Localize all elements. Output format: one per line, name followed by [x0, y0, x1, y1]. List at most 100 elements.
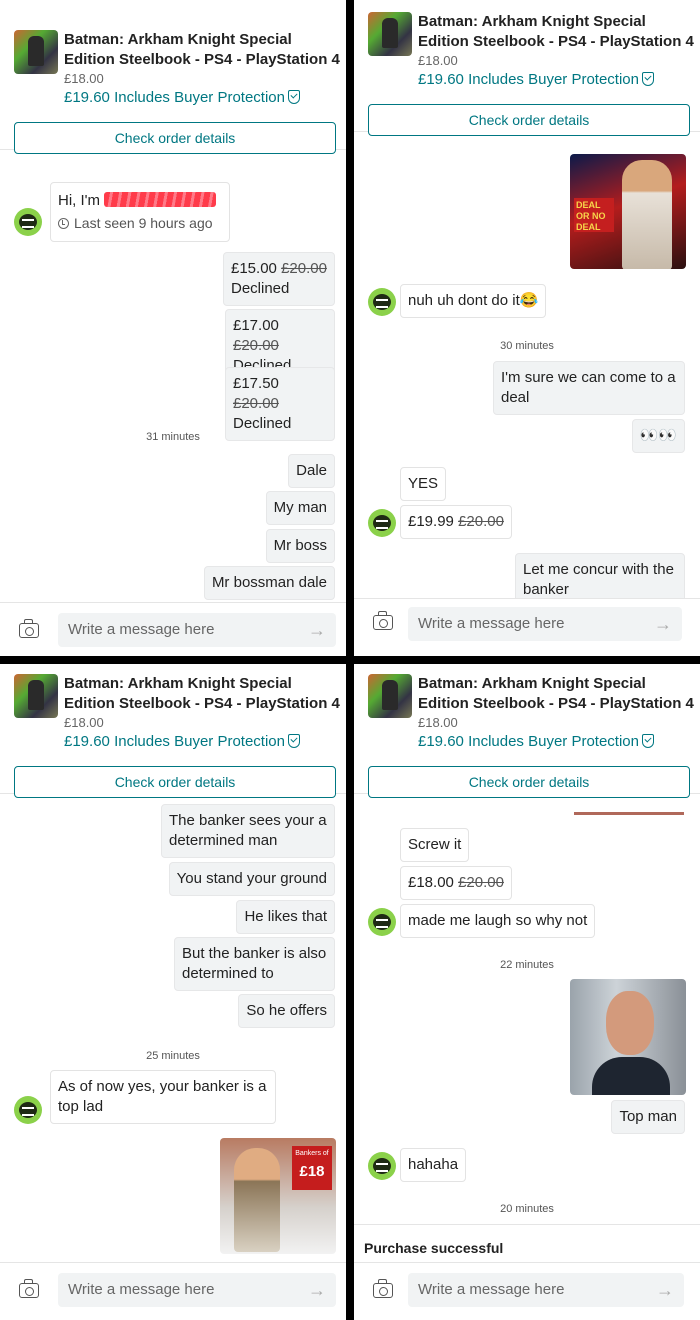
- composer: Write a message here →: [354, 1262, 700, 1320]
- listing-header: Batman: Arkham Knight Special Edition St…: [354, 664, 700, 798]
- message-input[interactable]: Write a message here →: [408, 607, 682, 641]
- offer-price: £15.00: [231, 260, 277, 277]
- shield-icon: [642, 72, 654, 86]
- arrow-right-icon[interactable]: →: [656, 1273, 674, 1307]
- message-input[interactable]: Write a message here →: [58, 1273, 336, 1307]
- offer-price: £18.00: [408, 874, 454, 891]
- shield-icon: [288, 734, 300, 748]
- chat-screenshot-4: Batman: Arkham Knight Special Edition St…: [354, 664, 700, 1320]
- message-bubble[interactable]: So he offers: [238, 994, 335, 1028]
- message-placeholder: Write a message here: [68, 1281, 215, 1298]
- listing-title[interactable]: Batman: Arkham Knight Special Edition St…: [64, 30, 340, 70]
- shield-icon: [288, 90, 300, 104]
- message-bubble[interactable]: Top man: [611, 1100, 685, 1134]
- message-bubble[interactable]: Mr bossman dale: [203, 566, 335, 600]
- total-price-line: £19.60 Includes Buyer Protection: [64, 89, 300, 106]
- listing-price: £18.00: [418, 53, 458, 68]
- avatar[interactable]: [14, 208, 42, 236]
- message-input[interactable]: Write a message here →: [408, 1273, 684, 1307]
- message-bubble[interactable]: As of now yes, your banker is a top lad: [50, 1070, 276, 1124]
- arrow-right-icon[interactable]: →: [654, 607, 672, 641]
- total-price-line: £19.60 Includes Buyer Protection: [418, 733, 654, 750]
- timestamp: 25 minutes: [146, 1050, 200, 1062]
- image-person: [622, 160, 672, 269]
- message-bubble[interactable]: 👀👀: [631, 419, 685, 453]
- check-order-details-button[interactable]: Check order details: [14, 122, 336, 154]
- listing-title[interactable]: Batman: Arkham Knight Special Edition St…: [418, 12, 694, 52]
- offer-original-price: £20.00: [233, 395, 279, 412]
- message-bubble[interactable]: I'm sure we can come to a deal: [493, 361, 685, 415]
- arrow-right-icon[interactable]: →: [308, 613, 326, 647]
- listing-thumbnail[interactable]: [14, 30, 58, 74]
- total-price: £19.60: [418, 71, 464, 88]
- message-bubble[interactable]: You stand your ground: [168, 862, 335, 896]
- offer-card[interactable]: £15.00 £20.00 Declined: [223, 252, 335, 306]
- message-bubble[interactable]: nuh uh dont do it😂: [400, 284, 547, 318]
- message-bubble[interactable]: But the banker is also determined to: [174, 937, 335, 991]
- camera-icon[interactable]: [19, 1279, 39, 1298]
- listing-title[interactable]: Batman: Arkham Knight Special Edition St…: [64, 674, 340, 714]
- message-bubble[interactable]: YES: [400, 467, 447, 501]
- message-placeholder: Write a message here: [418, 1281, 565, 1298]
- message-bubble[interactable]: Mr boss: [265, 529, 335, 563]
- avatar[interactable]: [368, 509, 396, 537]
- check-order-details-button[interactable]: Check order details: [368, 766, 690, 798]
- buyer-protection-label[interactable]: Includes Buyer Protection: [114, 733, 285, 750]
- message-bubble[interactable]: The banker sees your a determined man: [161, 804, 335, 858]
- avatar[interactable]: [368, 908, 396, 936]
- buyer-protection-label[interactable]: Includes Buyer Protection: [468, 71, 639, 88]
- shield-icon: [642, 734, 654, 748]
- redacted-name: [104, 192, 217, 207]
- avatar[interactable]: [368, 1152, 396, 1180]
- meme-image[interactable]: DEAL OR NO DEAL: [570, 154, 686, 269]
- image-person-suit: [592, 1057, 670, 1095]
- message-bubble[interactable]: made me laugh so why not: [400, 904, 596, 938]
- listing-price: £18.00: [418, 715, 458, 730]
- camera-icon[interactable]: [373, 1279, 393, 1298]
- check-order-details-button[interactable]: Check order details: [14, 766, 336, 798]
- avatar[interactable]: [368, 288, 396, 316]
- offer-card[interactable]: £17.50 £20.00 Declined: [225, 367, 335, 441]
- total-price-line: £19.60 Includes Buyer Protection: [418, 71, 654, 88]
- offer-original-price: £20.00: [458, 874, 504, 891]
- chat-screenshot-1: Batman: Arkham Knight Special Edition St…: [0, 0, 346, 656]
- image-banner-label: Bankers of: [295, 1150, 329, 1157]
- listing-thumbnail[interactable]: [14, 674, 58, 718]
- buyer-protection-label[interactable]: Includes Buyer Protection: [114, 89, 285, 106]
- image-sign: DEAL OR NO DEAL: [574, 198, 614, 232]
- message-input[interactable]: Write a message here →: [58, 613, 336, 647]
- total-price: £19.60: [64, 733, 110, 750]
- image-banner-price: £18: [299, 1163, 325, 1180]
- composer: Write a message here →: [0, 1262, 346, 1320]
- profile-card[interactable]: Hi, I'm Last seen 9 hours ago: [50, 182, 230, 242]
- listing-header: Batman: Arkham Knight Special Edition St…: [354, 0, 700, 136]
- offer-card[interactable]: £19.99 £20.00: [400, 505, 512, 539]
- clock-icon: [58, 218, 69, 229]
- listing-thumbnail[interactable]: [368, 12, 412, 56]
- arrow-right-icon[interactable]: →: [308, 1273, 326, 1307]
- timestamp: 31 minutes: [146, 431, 200, 443]
- camera-icon[interactable]: [373, 611, 393, 630]
- message-placeholder: Write a message here: [418, 615, 565, 632]
- message-bubble[interactable]: He likes that: [236, 900, 335, 934]
- camera-icon[interactable]: [19, 619, 39, 638]
- message-bubble[interactable]: Dale: [288, 454, 335, 488]
- purchase-status: Purchase successful: [364, 1240, 504, 1256]
- offer-card[interactable]: £18.00 £20.00: [400, 866, 512, 900]
- meme-image[interactable]: [570, 979, 686, 1095]
- offer-price: £17.50: [233, 375, 279, 392]
- offer-status: Declined: [231, 280, 290, 297]
- listing-thumbnail[interactable]: [368, 674, 412, 718]
- meme-image[interactable]: Bankers of £18: [220, 1138, 336, 1254]
- listing-title[interactable]: Batman: Arkham Knight Special Edition St…: [418, 674, 694, 714]
- last-seen: Last seen 9 hours ago: [74, 215, 213, 231]
- chat-screenshot-2: Batman: Arkham Knight Special Edition St…: [354, 0, 700, 656]
- avatar[interactable]: [14, 1096, 42, 1124]
- buyer-protection-label[interactable]: Includes Buyer Protection: [468, 733, 639, 750]
- message-bubble[interactable]: My man: [265, 491, 335, 525]
- message-bubble[interactable]: hahaha: [400, 1148, 467, 1182]
- timestamp: 30 minutes: [500, 340, 554, 352]
- check-order-details-button[interactable]: Check order details: [368, 104, 690, 136]
- message-bubble[interactable]: Screw it: [400, 828, 470, 862]
- offer-original-price: £20.00: [233, 337, 279, 354]
